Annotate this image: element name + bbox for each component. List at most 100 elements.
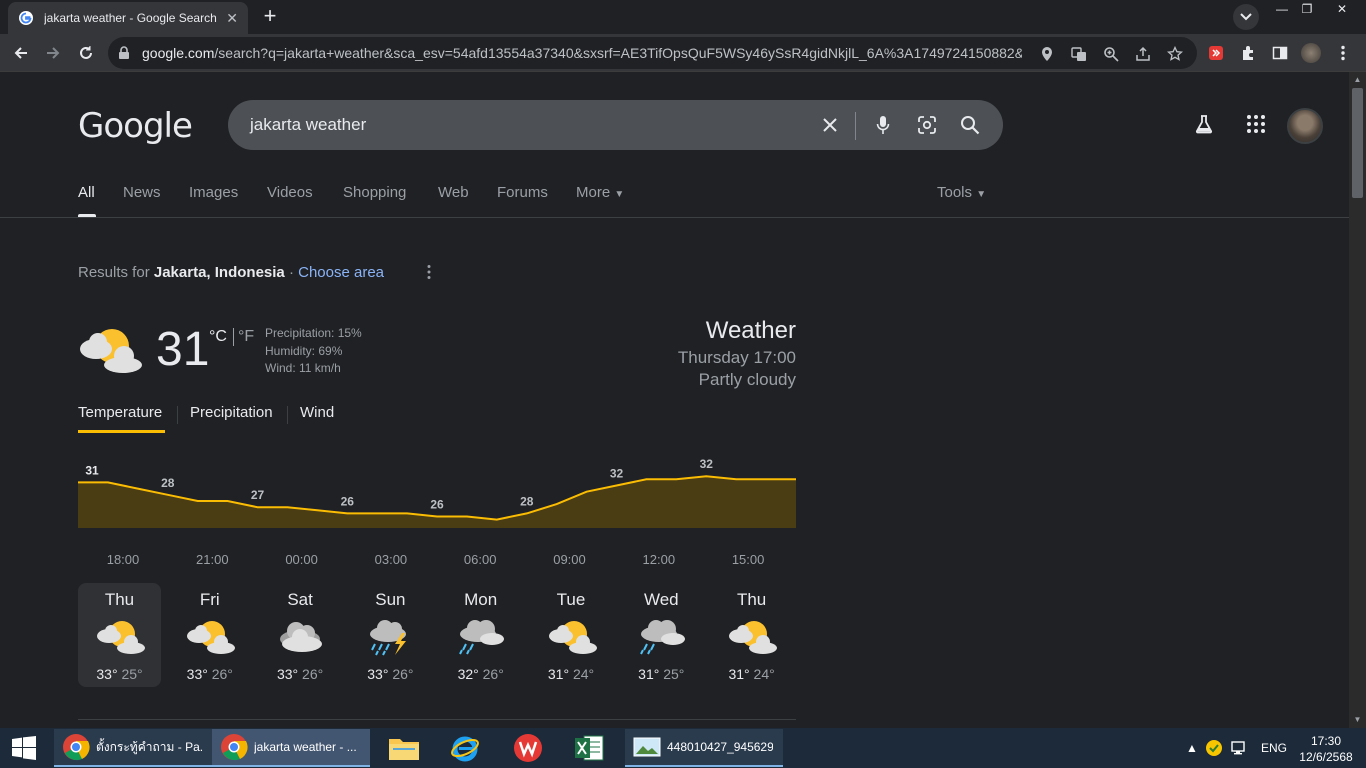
tab-images[interactable]: Images — [189, 184, 238, 201]
search-box[interactable]: jakarta weather — [228, 100, 1003, 150]
side-panel-icon[interactable] — [1270, 43, 1290, 63]
google-favicon-icon — [19, 11, 33, 25]
more-options-icon[interactable] — [426, 264, 432, 280]
address-bar[interactable]: google.com/search?q=jakarta+weather&sca_… — [108, 37, 1197, 69]
forecast-temps: 33° 26° — [349, 666, 432, 682]
google-logo[interactable]: Google — [78, 106, 193, 146]
time-tick-label: 21:00 — [196, 552, 229, 567]
temperature-label: 27 — [251, 488, 265, 502]
daily-forecast: Thu 33° 25° Fri 33° 26° Sat 33° 26° Sun 33° 26°… — [78, 583, 798, 687]
scroll-thumb[interactable] — [1352, 88, 1363, 198]
share-icon[interactable] — [1134, 45, 1152, 63]
tab-search-button[interactable] — [1233, 4, 1259, 30]
forecast-day-name: Tue — [556, 590, 586, 609]
tab-close-icon[interactable]: ✕ — [226, 10, 238, 27]
arrow-left-icon — [14, 47, 27, 59]
forecast-temps: 31° 24° — [710, 666, 793, 682]
results-for-line: Results for Jakarta, Indonesia · Choose … — [78, 264, 385, 281]
choose-area-link[interactable]: Choose area — [298, 264, 384, 281]
lock-icon[interactable] — [118, 46, 130, 60]
reload-button[interactable] — [75, 42, 97, 64]
language-indicator[interactable]: ENG — [1261, 728, 1287, 768]
tab-web[interactable]: Web — [438, 184, 469, 201]
tab-shopping[interactable]: Shopping — [343, 184, 406, 201]
profile-avatar[interactable] — [1301, 43, 1321, 63]
zoom-icon[interactable] — [1102, 45, 1120, 63]
tab-all[interactable]: All — [78, 184, 95, 201]
forecast-day[interactable]: Thu 33° 25° — [78, 583, 161, 687]
taskbar-excel[interactable] — [566, 729, 604, 767]
forecast-day[interactable]: Wed 31° 25° — [620, 583, 703, 687]
translate-icon[interactable] — [1070, 45, 1088, 63]
forecast-low: 26° — [482, 666, 504, 682]
forecast-day[interactable]: Tue 31° 24° — [530, 583, 613, 687]
extensions-puzzle-icon[interactable] — [1238, 43, 1258, 63]
browser-tab[interactable]: jakarta weather - Google Search ✕ — [8, 2, 248, 34]
system-clock[interactable]: 17:30 12/6/2568 — [1298, 733, 1354, 765]
scroll-down-icon[interactable]: ▼ — [1353, 715, 1362, 724]
taskbar-internet-explorer[interactable] — [442, 729, 480, 767]
taskbar-chrome-window-2[interactable]: jakarta weather - ... — [212, 729, 370, 767]
url-text[interactable]: google.com/search?q=jakarta+weather&sca_… — [142, 45, 1022, 61]
location-icon[interactable] — [1038, 45, 1056, 63]
close-window-button[interactable]: ✕ — [1328, 0, 1356, 18]
tab-more[interactable]: More ▼ — [576, 184, 624, 201]
tab-videos[interactable]: Videos — [267, 184, 313, 201]
search-submit-icon[interactable] — [959, 114, 981, 136]
temperature-label: 32 — [700, 458, 714, 471]
voice-search-icon[interactable] — [872, 114, 894, 136]
location-name: Jakarta, Indonesia — [153, 264, 285, 281]
tray-app-icon[interactable] — [1205, 728, 1223, 768]
taskbar-image-window[interactable]: 448010427_945629... — [625, 729, 783, 767]
account-avatar[interactable] — [1287, 108, 1323, 144]
taskbar-file-explorer[interactable] — [380, 729, 420, 767]
page-scrollbar[interactable]: ▲ ▼ — [1349, 72, 1366, 728]
temperature-chart[interactable]: 31 28 27 26 26 28 32 32 18:00 21:00 00:00 03:00 06:0… — [78, 458, 796, 570]
forecast-day[interactable]: Thu 31° 24° — [710, 583, 793, 687]
forecast-day[interactable]: Fri 33° 26° — [168, 583, 251, 687]
time-tick-label: 15:00 — [732, 552, 765, 567]
excel-icon — [575, 735, 604, 761]
back-button[interactable] — [10, 42, 32, 64]
restore-button[interactable]: ❐ — [1293, 0, 1321, 18]
scroll-up-icon[interactable]: ▲ — [1353, 75, 1362, 84]
thunderstorm-icon — [369, 620, 406, 656]
forecast-temps: 33° 26° — [259, 666, 342, 682]
forecast-day-name: Wed — [643, 590, 679, 609]
search-labs-icon[interactable] — [1192, 112, 1216, 136]
wps-office-icon — [514, 734, 542, 762]
minimize-button[interactable]: — — [1268, 0, 1296, 18]
search-input[interactable]: jakarta weather — [250, 115, 366, 135]
forecast-low: 26° — [392, 666, 414, 682]
tray-overflow-icon[interactable]: ▲ — [1186, 728, 1198, 768]
chrome-menu-icon[interactable] — [1333, 43, 1353, 63]
forecast-day[interactable]: Mon 32° 26° — [439, 583, 522, 687]
forward-button[interactable] — [42, 42, 64, 64]
extension-red-icon[interactable] — [1206, 43, 1226, 63]
bookmark-star-icon[interactable] — [1166, 45, 1184, 63]
tab-forums[interactable]: Forums — [497, 184, 548, 201]
start-button[interactable] — [0, 728, 48, 768]
unit-celsius[interactable]: °C — [209, 328, 227, 346]
taskbar-chrome-window-1[interactable]: ตั้งกระทู้คำถาม - Pa... — [54, 729, 212, 767]
unit-separator — [233, 328, 234, 346]
network-icon[interactable] — [1230, 728, 1248, 768]
subtab-precipitation[interactable]: Precipitation — [190, 404, 273, 421]
forecast-day[interactable]: Sat 33° 26° — [259, 583, 342, 687]
clear-search-icon[interactable] — [819, 114, 841, 136]
new-tab-button[interactable]: + — [257, 5, 283, 29]
forecast-day[interactable]: Sun 33° 26° — [349, 583, 432, 687]
partly-cloudy-icon — [97, 621, 145, 654]
lens-search-icon[interactable] — [916, 114, 938, 136]
subtab-wind[interactable]: Wind — [300, 404, 334, 421]
tools-button[interactable]: Tools ▼ — [937, 184, 986, 201]
unit-fahrenheit[interactable]: °F — [238, 328, 254, 346]
taskbar-wps-office[interactable] — [505, 729, 543, 767]
tab-news[interactable]: News — [123, 184, 161, 201]
forecast-day-name: Sat — [287, 590, 313, 609]
forecast-temps: 32° 26° — [439, 666, 522, 682]
subtab-temperature[interactable]: Temperature — [78, 404, 162, 421]
temperature-label: 28 — [520, 494, 534, 508]
google-apps-icon[interactable] — [1244, 112, 1268, 136]
current-temperature: 31 — [156, 323, 210, 376]
